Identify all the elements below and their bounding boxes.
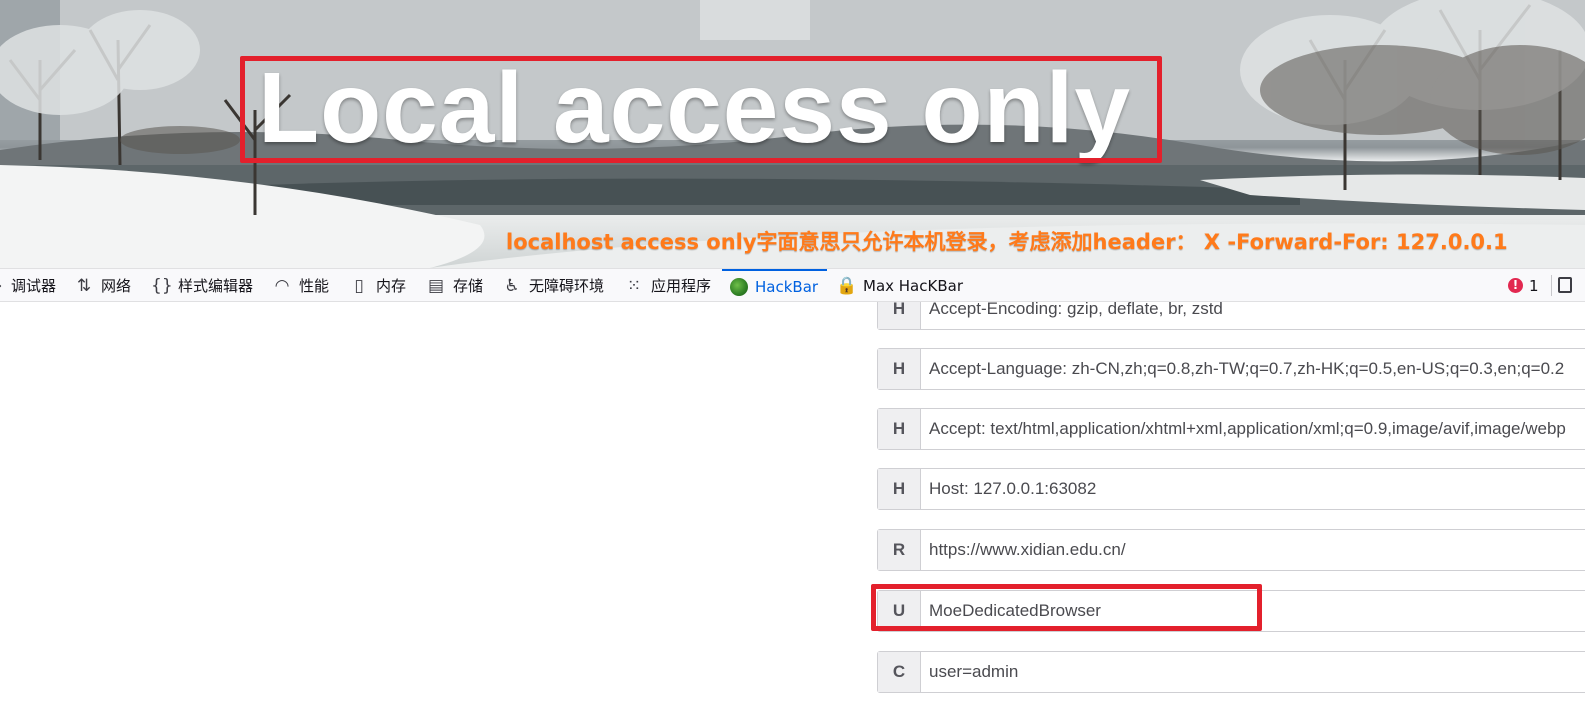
tab-label: 内存 [376,277,407,295]
header-type-key: H [878,409,921,449]
tab-label: Max HacKBar [863,276,963,295]
error-icon: ! [1508,278,1523,293]
header-row-accept-language[interactable]: H Accept-Language: zh-CN,zh;q=0.8,zh-TW;… [877,348,1585,390]
hero-banner: Local access only localhost access only字… [0,0,1585,268]
tab-label: 调试器 [11,277,57,295]
tab-storage[interactable]: ▤ 存储 [426,269,483,302]
memory-chip-icon: ▯ [354,275,364,296]
header-value[interactable]: https://www.xidian.edu.cn/ [921,530,1585,570]
tab-network[interactable]: ⇅ 网络 [74,269,131,302]
header-row-accept-encoding[interactable]: H Accept-Encoding: gzip, deflate, br, zs… [877,302,1585,330]
hackbar-logo-icon [730,277,748,296]
tab-debugger[interactable]: › 调试器 [0,269,56,302]
accessibility-icon: ♿ [504,275,520,296]
app-grid-icon: ⁙ [626,275,642,296]
tab-label: 网络 [101,277,132,295]
tab-label: 应用程序 [651,277,712,295]
header-type-key: C [878,652,921,692]
user-agent-highlight-box [871,584,1262,631]
header-row-referer[interactable]: R https://www.xidian.edu.cn/ [877,529,1585,571]
header-value[interactable]: user=admin [921,652,1585,692]
error-count: 1 [1529,276,1539,295]
tab-label: HackBar [755,277,819,296]
devtools-toolbar: › 调试器 ⇅ 网络 {} 样式编辑器 ◠ 性能 ▯ 内存 ▤ 存储 ♿ 无障碍… [0,268,1585,302]
title-highlight-box [240,56,1162,163]
tab-label: 存储 [453,277,484,295]
debugger-icon: › [0,276,4,296]
header-value[interactable]: Accept-Language: zh-CN,zh;q=0.8,zh-TW;q=… [921,349,1585,389]
header-row-cookie[interactable]: C user=admin [877,651,1585,693]
tab-application[interactable]: ⁙ 应用程序 [624,269,711,302]
tab-label: 无障碍环境 [529,277,605,295]
tab-accessibility[interactable]: ♿ 无障碍环境 [502,269,604,302]
tab-label: 样式编辑器 [178,277,254,295]
header-type-key: H [878,302,921,329]
header-row-accept[interactable]: H Accept: text/html,application/xhtml+xm… [877,408,1585,450]
header-type-key: R [878,530,921,570]
tab-max-hackbar[interactable]: 🔒 Max HacKBar [836,269,963,302]
header-value[interactable]: Host: 127.0.0.1:63082 [921,469,1585,509]
tab-style-editor[interactable]: {} 样式编辑器 [151,269,253,302]
gauge-icon: ◠ [274,275,290,296]
annotation-note: localhost access only字面意思只允许本机登录，考虑添加hea… [506,230,1508,254]
tab-memory[interactable]: ▯ 内存 [349,269,406,302]
header-type-key: H [878,469,921,509]
network-arrows-icon: ⇅ [76,275,92,296]
braces-icon: {} [151,275,173,296]
tab-performance[interactable]: ◠ 性能 [272,269,329,302]
tab-label: 性能 [299,277,330,295]
hackbar-header-list: H Accept-Encoding: gzip, deflate, br, zs… [0,302,1585,713]
header-type-key: H [878,349,921,389]
toolbar-divider [1551,275,1552,296]
storage-icon: ▤ [427,275,445,296]
header-value[interactable]: Accept-Encoding: gzip, deflate, br, zstd [921,302,1585,329]
lock-icon: 🔒 [836,275,858,296]
dock-side-icon[interactable] [1558,277,1572,293]
header-value[interactable]: Accept: text/html,application/xhtml+xml,… [921,409,1585,449]
header-row-host[interactable]: H Host: 127.0.0.1:63082 [877,468,1585,510]
tab-hackbar[interactable]: HackBar [722,269,827,302]
error-count-badge[interactable]: ! 1 [1508,269,1539,302]
